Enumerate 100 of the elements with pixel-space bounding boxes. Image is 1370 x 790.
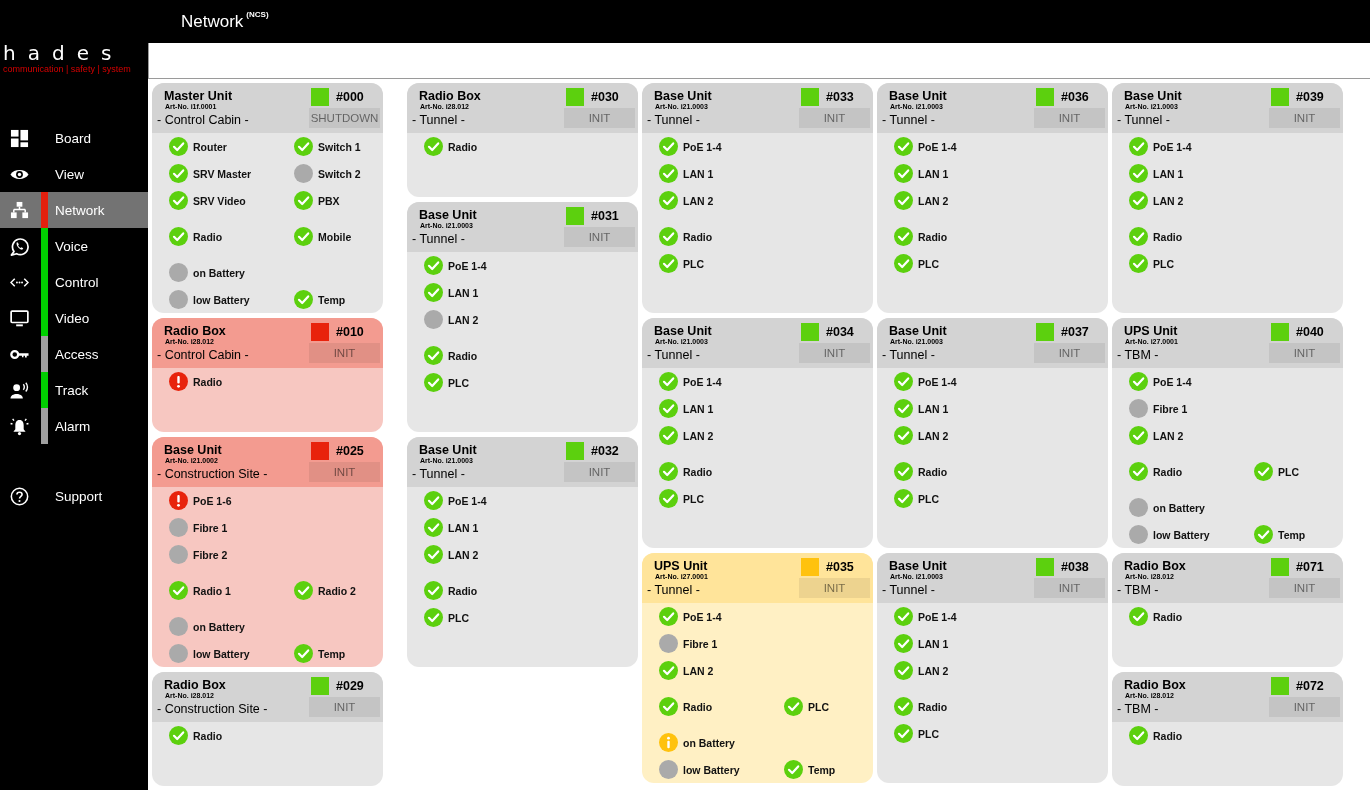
component-label: Radio (918, 700, 948, 713)
unit-number: #072 (1296, 679, 1324, 693)
unit-location: - Construction Site - (157, 702, 268, 717)
unit-title: Radio Box (164, 678, 226, 692)
unit-location: - Tunnel - (1117, 113, 1170, 128)
nav-item[interactable]: View (0, 156, 148, 192)
component-label: LAN 1 (683, 167, 714, 180)
nav-item[interactable]: Track (0, 372, 148, 408)
command-button[interactable]: INIT (1034, 108, 1105, 128)
component-label: PLC (918, 257, 939, 270)
command-button[interactable]: INIT (309, 697, 380, 717)
component-label: LAN 1 (448, 521, 479, 534)
nav-item[interactable]: Video (0, 300, 148, 336)
person-signal-icon (10, 380, 29, 400)
nav-item[interactable]: Network (0, 192, 148, 228)
unit-location: - Tunnel - (412, 467, 465, 482)
nav-item[interactable]: Access (0, 336, 148, 372)
unit-location: - Control Cabin - (157, 348, 249, 363)
nav-item[interactable]: Control (0, 264, 148, 300)
unit-number: #039 (1296, 90, 1324, 104)
component-label: Radio 1 (193, 584, 231, 597)
unit-title: Master Unit (164, 89, 233, 103)
component-label: Radio 2 (318, 584, 356, 597)
component-label: on Battery (683, 736, 735, 749)
component-label: Radio (918, 230, 948, 243)
command-button[interactable]: INIT (799, 578, 870, 598)
unit-title: UPS Unit (654, 559, 708, 573)
nav-item[interactable]: Voice (0, 228, 148, 264)
unit-number: #071 (1296, 560, 1324, 574)
unit-number: #033 (826, 90, 854, 104)
component-label: LAN 2 (918, 194, 949, 207)
unit-title: Base Unit (164, 443, 222, 457)
component-label: on Battery (193, 620, 245, 633)
command-button[interactable]: INIT (1034, 578, 1105, 598)
command-button[interactable]: INIT (799, 108, 870, 128)
unit-title: Base Unit (889, 89, 947, 103)
phone-bubble-icon (10, 236, 29, 256)
component-label: PLC (683, 492, 704, 505)
unit-title: Base Unit (889, 324, 947, 338)
component-label: PoE 1-4 (918, 375, 957, 388)
help-icon (10, 486, 29, 506)
component-label: PoE 1-4 (448, 259, 487, 272)
unit-number: #000 (336, 90, 364, 104)
component-label: SRV Video (193, 194, 246, 207)
component-label: PBX (318, 194, 340, 207)
sitemap-icon (10, 200, 29, 220)
unit-location: - Tunnel - (882, 113, 935, 128)
command-button[interactable]: INIT (309, 462, 380, 482)
unit-location: - Tunnel - (647, 113, 700, 128)
unit-title: Base Unit (889, 559, 947, 573)
component-label: Temp (808, 763, 836, 776)
command-button[interactable]: INIT (564, 227, 635, 247)
command-button[interactable]: SHUTDOWN (309, 108, 380, 128)
nav-item[interactable]: Alarm (0, 408, 148, 444)
component-label: PoE 1-4 (683, 610, 722, 623)
component-label: LAN 1 (918, 637, 949, 650)
component-label: PoE 1-4 (918, 610, 957, 623)
command-button[interactable]: INIT (1034, 343, 1105, 363)
unit-location: - TBM - (1117, 348, 1159, 363)
command-button[interactable]: INIT (1269, 343, 1340, 363)
nav-item[interactable]: Board (0, 120, 148, 156)
component-label: PLC (1278, 465, 1299, 478)
component-label: Radio (918, 465, 948, 478)
component-label: Radio (193, 375, 223, 388)
component-label: PLC (808, 700, 829, 713)
component-label: LAN 2 (448, 313, 479, 326)
component-label: LAN 2 (918, 664, 949, 677)
unit-location: - TBM - (1117, 583, 1159, 598)
command-button[interactable]: INIT (564, 462, 635, 482)
component-label: PoE 1-4 (683, 375, 722, 388)
unit-title: Base Unit (654, 324, 712, 338)
component-label: Fibre 1 (1153, 402, 1188, 415)
unit-number: #030 (591, 90, 619, 104)
component-label: Temp (318, 647, 346, 660)
component-label: low Battery (683, 763, 740, 776)
command-button[interactable]: INIT (309, 343, 380, 363)
unit-number: #040 (1296, 325, 1324, 339)
unit-location: - Tunnel - (647, 583, 700, 598)
command-button[interactable]: INIT (1269, 578, 1340, 598)
command-button[interactable]: INIT (799, 343, 870, 363)
unit-title: Radio Box (419, 89, 481, 103)
component-label: LAN 2 (1153, 194, 1184, 207)
component-label: low Battery (193, 293, 250, 306)
component-label: LAN 2 (683, 664, 714, 677)
component-label: Radio (1153, 230, 1183, 243)
component-label: Radio (448, 140, 478, 153)
command-button[interactable]: INIT (1269, 697, 1340, 717)
component-label: LAN 1 (448, 286, 479, 299)
component-label: LAN 1 (918, 167, 949, 180)
command-button[interactable]: INIT (564, 108, 635, 128)
component-label: Switch 2 (318, 167, 361, 180)
command-button[interactable]: INIT (1269, 108, 1340, 128)
component-label: Radio (193, 230, 223, 243)
unit-title: Base Unit (654, 89, 712, 103)
component-label: PoE 1-4 (918, 140, 957, 153)
logo-tagline: communication | safety | system (3, 63, 131, 75)
nav-item[interactable]: Support (0, 478, 148, 514)
unit-location: - Tunnel - (882, 583, 935, 598)
component-label: Temp (1278, 528, 1306, 541)
component-label: Switch 1 (318, 140, 361, 153)
